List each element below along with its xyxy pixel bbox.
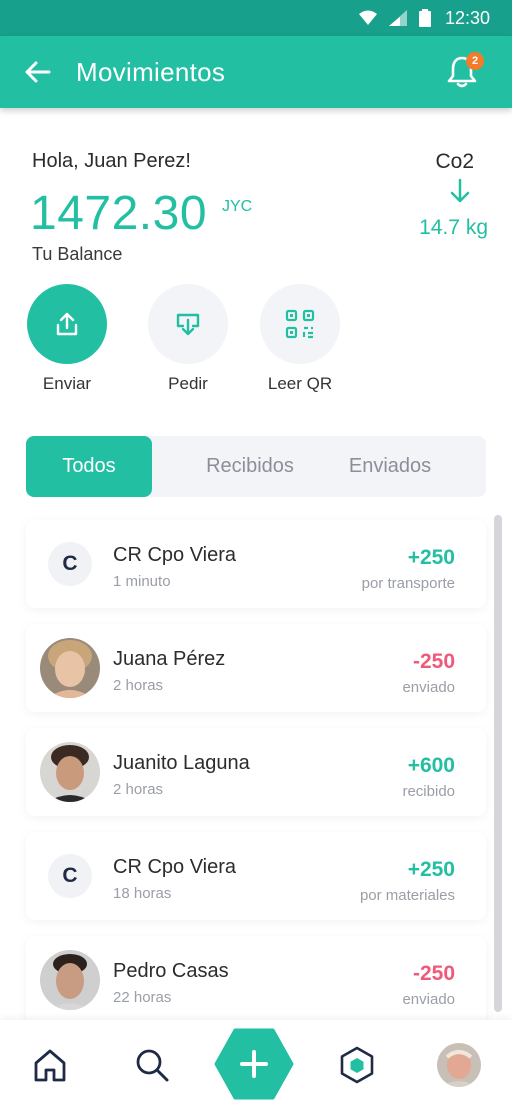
avatar <box>40 638 100 698</box>
transaction-amount: -250 <box>412 650 455 673</box>
upload-icon <box>56 312 78 336</box>
transaction-row[interactable]: Pedro Casas 22 horas -250 enviado <box>26 936 486 1020</box>
back-button[interactable] <box>0 36 76 108</box>
transaction-time: 2 horas <box>113 677 164 694</box>
transaction-time: 22 horas <box>113 989 172 1006</box>
transaction-name: CR Cpo Viera <box>113 856 237 878</box>
balance-label: Tu Balance <box>32 244 123 264</box>
download-icon <box>176 313 200 336</box>
transaction-description: recibido <box>402 783 455 800</box>
tab-recibidos[interactable]: Recibidos <box>192 436 308 497</box>
recycle-icon <box>340 1046 374 1084</box>
transaction-description: por transporte <box>361 575 455 592</box>
currency-label: JYC <box>222 198 253 215</box>
transaction-time: 2 horas <box>113 781 164 798</box>
transaction-name: Juana Pérez <box>113 648 226 670</box>
wifi-icon <box>358 10 377 25</box>
transaction-row[interactable]: C CR Cpo Viera 1 minuto +250 por transpo… <box>26 520 486 608</box>
transaction-description: enviado <box>402 679 455 696</box>
nav-recycle[interactable] <box>334 1042 380 1088</box>
filter-tabs: Todos Recibidos Enviados <box>26 436 486 497</box>
request-button[interactable]: Pedir <box>138 284 238 394</box>
app-bar: Movimientos 2 <box>0 36 512 108</box>
transaction-time: 1 minuto <box>113 573 171 590</box>
arrow-down-icon <box>450 178 470 209</box>
transaction-time: 18 horas <box>113 885 172 902</box>
send-label: Enviar <box>42 374 92 393</box>
avatar-initial: C <box>48 542 92 586</box>
status-bar: 12:30 <box>0 0 512 36</box>
add-button[interactable] <box>214 1028 294 1100</box>
battery-icon <box>418 9 431 27</box>
nav-home[interactable] <box>27 1042 73 1088</box>
bottom-navigation <box>0 1020 512 1109</box>
status-time: 12:30 <box>444 7 490 28</box>
transaction-list[interactable]: C CR Cpo Viera 1 minuto +250 por transpo… <box>0 512 512 1020</box>
tab-todos[interactable]: Todos <box>26 436 152 497</box>
nav-search[interactable] <box>129 1042 175 1088</box>
transaction-name: Pedro Casas <box>113 960 229 982</box>
transaction-name: Juanito Laguna <box>113 752 250 774</box>
transaction-row[interactable]: Juana Pérez 2 horas -250 enviado <box>26 624 486 712</box>
notifications-button[interactable]: 2 <box>446 52 484 90</box>
avatar <box>40 742 100 802</box>
scan-qr-circle[interactable] <box>260 284 340 364</box>
transaction-amount: +250 <box>407 546 455 569</box>
transaction-description: por materiales <box>359 887 455 904</box>
co2-label: Co2 <box>435 150 474 173</box>
send-button[interactable]: Enviar <box>17 284 117 394</box>
avatar-initial: C <box>48 854 92 898</box>
profile-avatar[interactable] <box>437 1043 481 1087</box>
send-circle[interactable] <box>27 284 107 364</box>
arrow-left-icon <box>25 61 51 83</box>
tab-enviados[interactable]: Enviados <box>336 436 444 497</box>
request-circle[interactable] <box>148 284 228 364</box>
notification-badge: 2 <box>466 52 484 70</box>
signal-icon <box>388 10 407 26</box>
add-icon <box>214 1028 294 1100</box>
request-label: Pedir <box>168 374 208 393</box>
transaction-amount: -250 <box>412 962 455 985</box>
avatar <box>40 950 100 1010</box>
page-title: Movimientos <box>76 56 226 87</box>
scan-qr-label: Leer QR <box>267 374 333 393</box>
search-icon <box>136 1049 169 1082</box>
transaction-amount: +250 <box>407 858 455 881</box>
scan-qr-button[interactable]: Leer QR <box>250 284 350 394</box>
co2-value: 14.7 kg <box>419 216 488 239</box>
transaction-amount: +600 <box>407 754 455 777</box>
transaction-row[interactable]: C CR Cpo Viera 18 horas +250 por materia… <box>26 832 486 920</box>
transaction-row[interactable]: Juanito Laguna 2 horas +600 recibido <box>26 728 486 816</box>
qr-icon <box>285 309 315 339</box>
balance-summary: Hola, Juan Perez! 1472.30 JYC Tu Balance… <box>0 108 512 428</box>
list-scrollbar[interactable] <box>494 515 502 1012</box>
home-icon <box>34 1049 66 1082</box>
greeting: Hola, Juan Perez! <box>32 150 191 172</box>
transaction-description: enviado <box>402 991 455 1008</box>
balance-amount: 1472.30 <box>30 187 208 240</box>
transaction-name: CR Cpo Viera <box>113 544 237 566</box>
